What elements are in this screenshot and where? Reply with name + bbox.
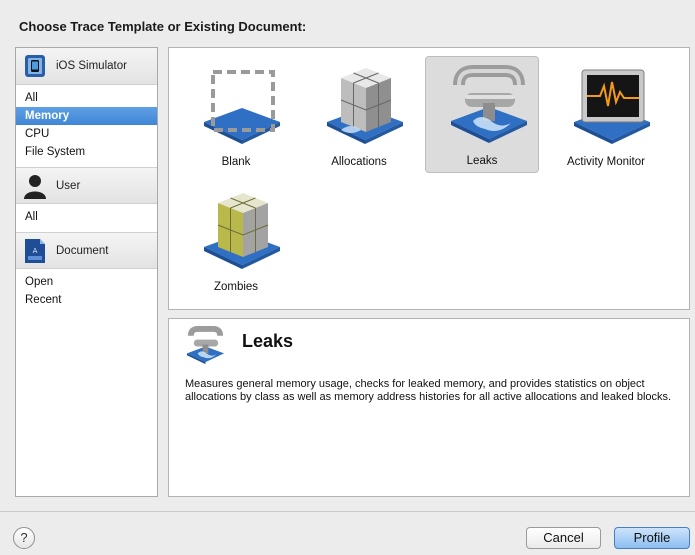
template-category-sidebar: iOS Simulator All Memory CPU File System… (15, 47, 158, 497)
sidebar-item-all[interactable]: All (16, 208, 157, 226)
template-leaks[interactable]: Leaks (425, 56, 539, 173)
document-icon: A (22, 237, 48, 265)
sidebar-group-label: Document (56, 244, 109, 257)
dialog-title: Choose Trace Template or Existing Docume… (19, 19, 307, 34)
template-label: Activity Monitor (567, 156, 645, 168)
profile-button[interactable]: Profile (614, 527, 690, 549)
template-label: Allocations (331, 156, 387, 168)
template-grid: Blank Allocations Leaks Activity Monitor… (168, 47, 690, 310)
sidebar-group-ios-simulator: iOS Simulator (16, 48, 157, 85)
sidebar-group-user: User (16, 167, 157, 204)
template-allocations[interactable]: Allocations (302, 58, 416, 175)
template-label: Zombies (213, 281, 259, 293)
sidebar-item-open[interactable]: Open (16, 273, 157, 291)
template-blank[interactable]: Blank (179, 58, 293, 175)
activity-monitor-template-icon (574, 69, 650, 144)
template-label: Blank (221, 156, 251, 168)
sidebar-item-memory[interactable]: Memory (16, 107, 157, 125)
blank-template-icon (204, 70, 280, 144)
footer-divider (0, 511, 695, 512)
detail-title: Leaks (242, 331, 294, 351)
leaks-template-icon (451, 65, 527, 143)
allocations-template-icon (327, 68, 403, 144)
template-label: Leaks (466, 155, 498, 167)
sidebar-group-label: User (56, 179, 81, 192)
cancel-button[interactable]: Cancel (526, 527, 601, 549)
svg-text:A: A (33, 247, 38, 255)
sidebar-group-label: iOS Simulator (56, 60, 127, 72)
user-icon (22, 172, 48, 200)
template-zombies[interactable]: Zombies (179, 183, 293, 300)
help-button[interactable]: ? (13, 527, 35, 549)
detail-description: Measures general memory usage, checks fo… (185, 378, 672, 403)
sidebar-item-file-system[interactable]: File System (16, 143, 157, 161)
template-detail-pane: Leaks Measures general memory usage, che… (168, 318, 690, 497)
template-activity-monitor[interactable]: Activity Monitor (549, 58, 663, 175)
zombies-template-icon (204, 193, 280, 269)
sidebar-item-cpu[interactable]: CPU (16, 125, 157, 143)
sidebar-item-recent[interactable]: Recent (16, 291, 157, 309)
leaks-icon (186, 325, 225, 365)
sidebar-item-all[interactable]: All (16, 89, 157, 107)
ios-simulator-icon (22, 52, 48, 80)
sidebar-group-document: A Document (16, 232, 157, 269)
